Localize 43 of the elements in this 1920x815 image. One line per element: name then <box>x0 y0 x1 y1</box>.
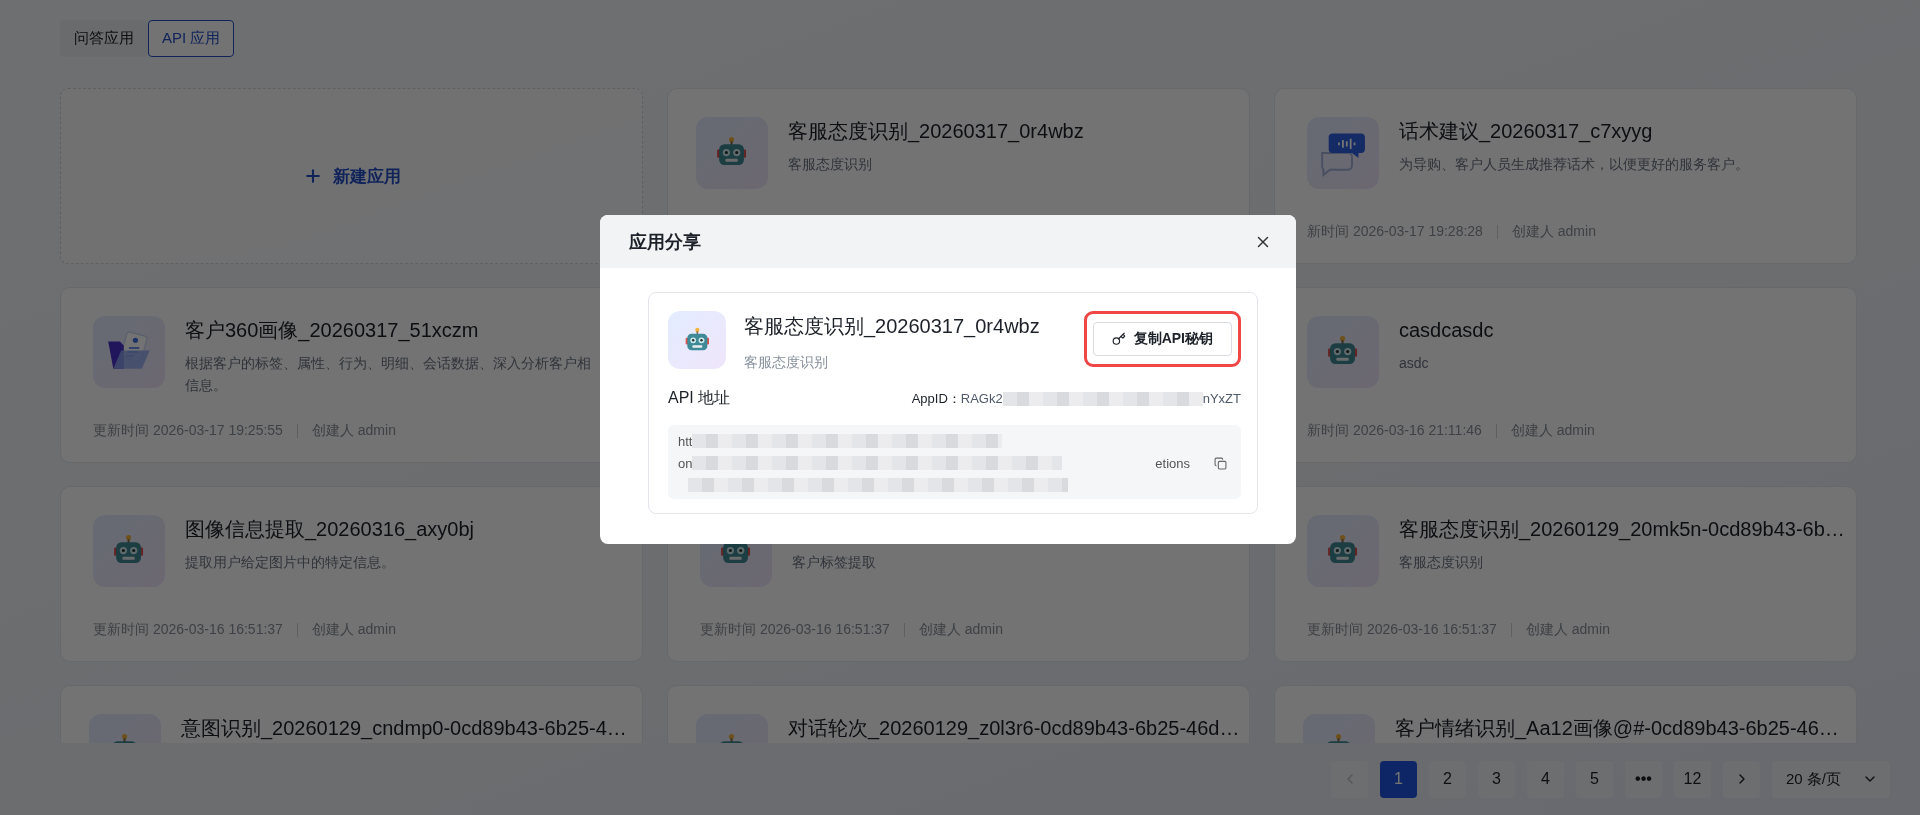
app-card[interactable]: 客户情绪识别_Aa12画像@#-0cd89b43-6b25-46… <box>1274 685 1857 743</box>
app-title: 客服态度识别_20260317_0r4wbz <box>788 118 1084 145</box>
app-title: casdcasdc <box>1399 318 1494 342</box>
app-title: 客服态度识别_20260129_20mk5n-0cd89b43-6b… <box>1399 516 1845 543</box>
app-title: 客服态度识别_20260317_0r4wbz <box>744 314 1041 340</box>
app-id-label: AppID： <box>911 389 961 408</box>
url-fragment: htt <box>678 433 693 449</box>
app-card[interactable]: 对话轮次_20260129_z0l3r6-0cd89b43-6b25-46d… <box>667 685 1250 743</box>
api-address-label: API 地址 <box>668 388 731 408</box>
page-button[interactable]: 2 <box>1429 760 1466 798</box>
tab[interactable]: 问答应用 <box>60 20 148 57</box>
app-id-end: nYxZT <box>1202 391 1241 406</box>
app-description: asdc <box>1399 354 1430 373</box>
app-description: 客服态度识别 <box>1399 553 1484 572</box>
app-title: 对话轮次_20260129_z0l3r6-0cd89b43-6b25-46d… <box>788 715 1240 742</box>
key-icon <box>1111 332 1126 346</box>
tab[interactable]: API 应用 <box>148 20 235 57</box>
app-id-start: RAGk2 <box>960 391 1003 406</box>
page-button[interactable]: ••• <box>1625 760 1662 798</box>
page-button[interactable]: 1 <box>1380 760 1417 798</box>
page-size-select[interactable]: 20 条/页 <box>1772 760 1890 798</box>
create-app-button[interactable]: 新建应用 <box>296 163 407 189</box>
app-description: 客户标签提取 <box>792 553 876 572</box>
page-button[interactable]: 4 <box>1527 760 1564 798</box>
page-button[interactable]: 5 <box>1576 760 1613 798</box>
page-button[interactable]: 12 <box>1674 760 1711 798</box>
url-fragment: etions <box>1155 455 1190 471</box>
app-card[interactable]: 意图识别_20260129_cndmp0-0cd89b43-6b25-4… <box>60 685 643 743</box>
copy-icon[interactable] <box>1214 456 1227 470</box>
app-title: 客户360画像_20260317_51xczm <box>185 317 479 344</box>
app-title: 客户情绪识别_Aa12画像@#-0cd89b43-6b25-46… <box>1395 715 1839 742</box>
app-title: 图像信息提取_20260316_axy0bj <box>185 516 475 543</box>
app-title: 意图识别_20260129_cndmp0-0cd89b43-6b25-4… <box>181 715 627 742</box>
app-title: 话术建议_20260317_c7xyyg <box>1399 118 1653 145</box>
app-description: 客服态度识别 <box>788 155 873 174</box>
url-fragment: on <box>678 455 693 471</box>
copy-api-key-button[interactable]: 复制API秘钥 <box>1092 322 1232 356</box>
app-description: 提取用户给定图片中的特定信息。 <box>185 553 396 572</box>
app-description: 为导购、客户人员生成推荐话术，以便更好的服务客户。 <box>1399 155 1749 174</box>
app-description: 信息。 <box>185 376 228 395</box>
app-description: 客服态度识别 <box>744 354 829 372</box>
page-button[interactable]: 3 <box>1478 760 1515 798</box>
app-description: 根据客户的标签、属性、行为、明细、会话数据、深入分析客户相 <box>185 354 591 373</box>
